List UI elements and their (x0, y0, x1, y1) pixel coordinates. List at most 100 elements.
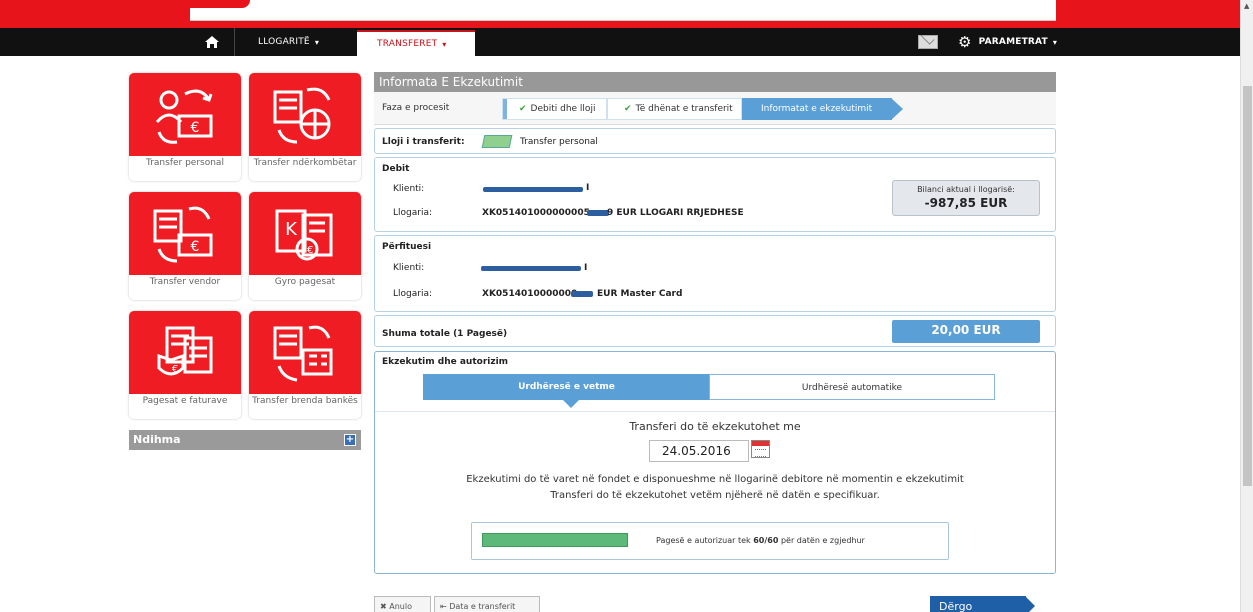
beneficiary-account-label: Llogaria: (393, 289, 432, 299)
svg-text:K: K (285, 219, 298, 240)
transfer-date-button[interactable]: ⇤ Data e transferit (434, 596, 540, 612)
step-debit-type[interactable]: ✔ Debiti dhe lloji (502, 98, 607, 120)
scrollbar-thumb[interactable] (1243, 86, 1252, 486)
nav-transfers[interactable]: TRANSFERET ▾ (357, 30, 475, 56)
home-button[interactable] (190, 28, 235, 56)
step-label: Debiti dhe lloji (530, 104, 596, 114)
chevron-down-icon: ▾ (314, 37, 320, 47)
svg-text:€: € (191, 120, 200, 136)
redacted-account-digits (571, 291, 593, 297)
gear-icon: ⚙ (958, 33, 972, 51)
auth-prefix: Pagesë e autorizuar tek (656, 536, 751, 545)
bill-payment-icon: € (129, 311, 241, 394)
beneficiary-title: Përfituesi (382, 242, 432, 252)
action-buttons: ✖ Anulo ⇤ Data e transferit Dërgo transf… (374, 596, 1056, 612)
nav-transfers-label: TRANSFERET (377, 39, 438, 49)
internal-transfer-icon (249, 311, 361, 394)
redacted-client-name (481, 266, 581, 271)
tile-label: Gyro pagesat (274, 277, 336, 287)
personal-transfer-icon: € (129, 73, 241, 156)
tile-gyro-payments[interactable]: K $€ Gyro pagesat (249, 192, 361, 300)
svg-text:$€: $€ (301, 245, 314, 256)
chevron-down-icon: ▾ (442, 39, 447, 49)
bank-logo[interactable] (190, 0, 250, 8)
tile-personal-transfer[interactable]: € Transfer personal (129, 73, 241, 181)
tile-internal-transfer[interactable]: Transfer brenda bankës (249, 311, 361, 419)
step-execution-info: Informatat e ekzekutimit (742, 98, 903, 120)
chevron-down-icon: ▾ (1052, 37, 1058, 47)
authorization-text: Pagesë e autorizuar tek 60/60 për datën … (656, 536, 865, 545)
execution-details: Transferi do të ekzekutohet me 24.05.201… (375, 411, 1055, 574)
tile-label: Transfer brenda bankës (252, 396, 358, 406)
step-label: Të dhënat e transferit (635, 104, 733, 114)
transfer-type-label: Lloji i transferit: (382, 137, 465, 147)
beneficiary-box: Përfituesi Klienti: I Llogaria: XK051401… (374, 235, 1056, 312)
debit-account-suffix: 9 EUR LLOGARI RRJEDHESE (607, 208, 744, 218)
send-transfer-button[interactable]: Dërgo transferin (930, 596, 1035, 612)
debit-box: Debit Klienti: I Llogaria: XK05140100000… (374, 157, 1056, 232)
execution-date-label: Transferi do të ekzekutohet me (629, 420, 801, 433)
debit-client-suffix: I (586, 183, 590, 193)
debit-client-label: Klienti: (393, 184, 425, 194)
step-transfer-data[interactable]: ✔ Të dhënat e transferit (607, 98, 742, 120)
gyro-payment-icon: K $€ (249, 192, 361, 275)
debit-account-prefix: XK051401000000005 (482, 208, 590, 218)
auth-count: 60/60 (753, 536, 779, 545)
check-icon: ✔ (624, 104, 632, 114)
mail-icon[interactable] (918, 35, 938, 49)
beneficiary-account-suffix: EUR Master Card (597, 289, 683, 299)
help-label: Ndihma (133, 433, 181, 446)
redacted-account-digits (587, 210, 609, 216)
expand-icon[interactable]: + (344, 434, 356, 446)
auth-suffix: për datën e zgjedhur (780, 536, 865, 545)
balance-box: Bilanci aktual i llogarisë: -987,85 EUR (892, 180, 1040, 216)
calendar-icon[interactable] (751, 440, 770, 458)
tile-bill-payments[interactable]: € Pagesat e faturave (129, 311, 241, 419)
redacted-client-name (483, 187, 583, 192)
execution-panel: Informata E Ekzekutimit Faza e procesit … (374, 72, 1056, 574)
scroll-up-icon[interactable]: ▲ (1244, 2, 1249, 10)
cancel-button[interactable]: ✖ Anulo (374, 596, 431, 612)
execution-title: Ekzekutim dhe autorizim (382, 357, 509, 367)
top-header (0, 0, 1240, 28)
svg-text:€: € (191, 239, 200, 255)
process-label: Faza e procesit (382, 103, 450, 113)
nav-settings-label: PARAMETRAT (978, 37, 1048, 47)
help-panel-header[interactable]: Ndihma + (129, 430, 361, 450)
main-navbar: LLOGARITË ▾ TRANSFERET ▾ ⚙ PARAMETRAT ▾ (0, 28, 1240, 56)
transfer-type-box: Lloji i transferit: Transfer personal (374, 128, 1056, 154)
vertical-scrollbar[interactable]: ▲ (1240, 0, 1253, 612)
tab-automatic-order[interactable]: Urdhëresë automatike (709, 374, 995, 400)
total-box: Shuma totale (1 Pagesë) 20,00 EUR (374, 315, 1056, 347)
card-icon (481, 135, 513, 148)
tab-single-order[interactable]: Urdhëresë e vetme (423, 374, 710, 408)
domestic-transfer-icon: € (129, 192, 241, 275)
funds-note: Ekzekutimi do të varet në fondet e dispo… (466, 474, 964, 485)
beneficiary-account-prefix: XK0514010000000 (482, 289, 578, 299)
debit-title: Debit (382, 164, 410, 174)
tile-label: Transfer ndërkombëtar (253, 158, 357, 168)
total-value: 20,00 EUR (892, 320, 1040, 343)
process-steps: Faza e procesit ✔ Debiti dhe lloji ✔ Të dh… (374, 92, 1056, 125)
beneficiary-client-label: Klienti: (393, 263, 425, 273)
authorization-box: Pagesë e autorizuar tek 60/60 për datën … (471, 522, 949, 560)
balance-value: -987,85 EUR (924, 196, 1008, 210)
nav-accounts[interactable]: LLOGARITË ▾ (258, 28, 319, 56)
authorization-progress-bar (482, 533, 628, 547)
debit-account-label: Llogaria: (393, 208, 432, 218)
nav-accounts-label: LLOGARITË (258, 37, 310, 47)
tile-domestic-transfer[interactable]: € Transfer vendor (129, 192, 241, 300)
international-transfer-icon (249, 73, 361, 156)
tile-label: Pagesat e faturave (142, 396, 228, 406)
svg-text:€: € (172, 364, 178, 375)
order-type-tabs: Urdhëresë e vetme Urdhëresë automatike (423, 374, 995, 408)
tile-international-transfer[interactable]: Transfer ndërkombëtar (249, 73, 361, 181)
transfer-type-value: Transfer personal (520, 137, 598, 147)
execution-box: Ekzekutim dhe autorizim Urdhëresë e vetm… (374, 351, 1056, 574)
tile-label: Transfer personal (146, 158, 224, 168)
header-strip (190, 0, 1056, 21)
once-note: Transferi do të ekzekutohet vetëm njëher… (550, 490, 880, 501)
panel-title: Informata E Ekzekutimit (374, 72, 1056, 92)
nav-settings[interactable]: ⚙ PARAMETRAT ▾ (958, 28, 1057, 56)
execution-date-field[interactable]: 24.05.2016 (649, 440, 749, 462)
